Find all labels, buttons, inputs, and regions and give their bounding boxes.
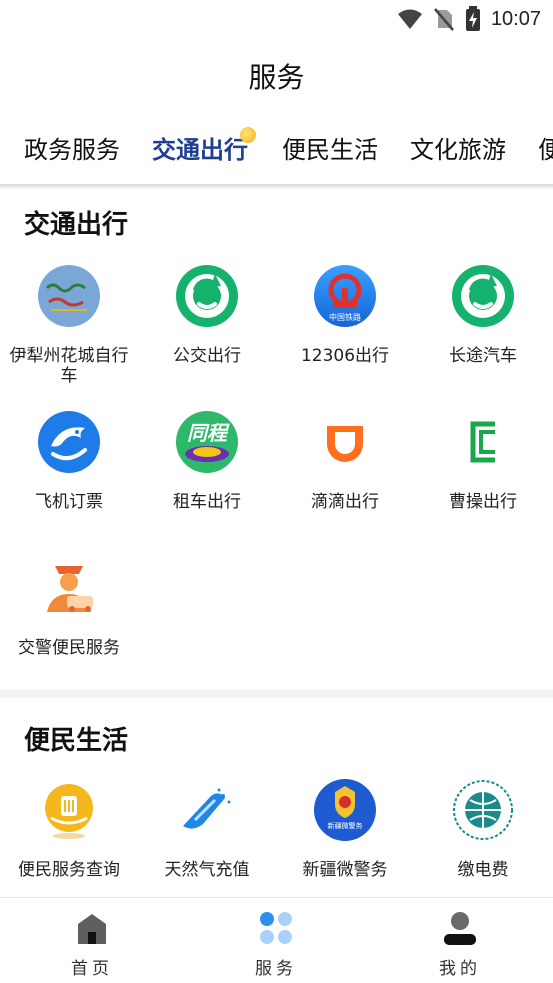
police-badge-text: 新疆微警务 bbox=[328, 821, 363, 830]
service-query-icon bbox=[45, 784, 93, 839]
service-label: 天然气充值 bbox=[164, 860, 250, 880]
service-label: 12306出行 bbox=[300, 346, 390, 366]
status-bar: 10:07 bbox=[0, 0, 553, 38]
section-title-transportation: 交通出行 bbox=[24, 210, 129, 240]
tongcheng-icon: 同程 bbox=[176, 411, 238, 473]
active-tab-indicator-dot bbox=[240, 127, 256, 143]
service-item-traffic-police[interactable]: 交警便民服务 bbox=[0, 556, 138, 658]
nav-services[interactable]: 服务 bbox=[184, 898, 368, 983]
service-label: 曹操出行 bbox=[449, 492, 517, 512]
service-label: 租车出行 bbox=[173, 492, 241, 512]
flight-dolphin-icon bbox=[38, 411, 100, 473]
didi-icon bbox=[327, 426, 363, 462]
nav-home[interactable]: 首页 bbox=[0, 898, 184, 983]
service-label: 长途汽车 bbox=[449, 346, 517, 366]
tab-transportation[interactable]: 交通出行 bbox=[152, 128, 248, 172]
bike-logo-icon bbox=[38, 265, 100, 327]
tabs-divider bbox=[0, 184, 553, 190]
caocao-icon bbox=[470, 421, 495, 463]
nav-services-label: 服务 bbox=[255, 959, 297, 979]
service-label: 公交出行 bbox=[173, 346, 241, 366]
profile-icon bbox=[444, 912, 476, 945]
nav-home-label: 首页 bbox=[71, 959, 113, 979]
tab-convenience-life[interactable]: 便民生活 bbox=[282, 128, 378, 172]
china-railway-icon: 中国铁路 bbox=[314, 265, 376, 327]
bus-app-icon bbox=[176, 265, 238, 327]
bottom-nav: 首页 服务 我的 bbox=[0, 897, 553, 983]
category-tabs: 政务服务 交通出行 便民生活 文化旅游 便 bbox=[0, 128, 553, 172]
no-sim-icon bbox=[433, 8, 454, 31]
service-item-gas-recharge[interactable]: 天然气充值 bbox=[138, 778, 276, 880]
page-title: 服务 bbox=[248, 61, 305, 94]
tab-more[interactable]: 便 bbox=[538, 128, 553, 172]
service-item-12306[interactable]: 中国铁路 12306出行 bbox=[276, 264, 414, 366]
service-item-bus[interactable]: 公交出行 bbox=[138, 264, 276, 366]
service-item-xinjiang-police[interactable]: 新疆微警务 新疆微警务 bbox=[276, 778, 414, 880]
service-item-coach[interactable]: 长途汽车 bbox=[414, 264, 552, 366]
service-label: 交警便民服务 bbox=[18, 638, 120, 658]
section-title-convenience: 便民生活 bbox=[24, 726, 129, 756]
traffic-police-icon bbox=[47, 566, 93, 612]
status-time: 10:07 bbox=[490, 7, 541, 30]
railway-badge-text: 中国铁路 bbox=[329, 312, 361, 322]
service-item-didi[interactable]: 滴滴出行 bbox=[276, 410, 414, 512]
service-item-caocao[interactable]: 曹操出行 bbox=[414, 410, 552, 512]
service-item-flight[interactable]: 飞机订票 bbox=[0, 410, 138, 512]
service-label: 滴滴出行 bbox=[311, 492, 379, 512]
service-item-ili-bike[interactable]: 伊犁州花城自行车 bbox=[0, 264, 138, 386]
service-label: 伊犁州花城自行车 bbox=[9, 346, 129, 386]
tongcheng-text: 同程 bbox=[187, 421, 230, 445]
tab-government-services[interactable]: 政务服务 bbox=[24, 128, 120, 172]
coach-app-icon bbox=[452, 265, 514, 327]
service-item-electricity-bill[interactable]: 缴电费 bbox=[414, 778, 552, 880]
service-label: 便民服务查询 bbox=[18, 860, 120, 880]
service-item-service-query[interactable]: 便民服务查询 bbox=[0, 778, 138, 880]
battery-charging-icon bbox=[465, 6, 480, 31]
service-item-car-rental[interactable]: 同程 租车出行 bbox=[138, 410, 276, 512]
home-icon bbox=[78, 914, 106, 944]
nav-profile-label: 我的 bbox=[439, 959, 481, 979]
section-divider bbox=[0, 690, 553, 698]
gas-recharge-icon bbox=[183, 788, 231, 829]
wifi-icon bbox=[397, 9, 422, 29]
state-grid-icon bbox=[453, 780, 513, 840]
police-badge-icon: 新疆微警务 bbox=[314, 779, 376, 841]
tab-culture-tourism[interactable]: 文化旅游 bbox=[410, 128, 506, 172]
nav-profile[interactable]: 我的 bbox=[368, 898, 552, 983]
services-icon bbox=[260, 912, 292, 944]
service-label: 飞机订票 bbox=[35, 492, 103, 512]
service-label: 新疆微警务 bbox=[302, 860, 388, 880]
service-label: 缴电费 bbox=[457, 860, 509, 880]
